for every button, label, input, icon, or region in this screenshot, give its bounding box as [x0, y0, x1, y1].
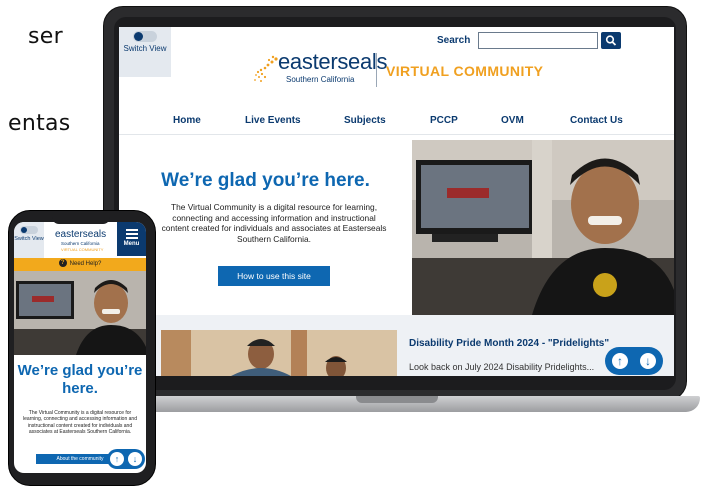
logo-wordmark: easterseals	[278, 49, 388, 74]
mobile-hero-body: The Virtual Community is a digital resou…	[23, 410, 137, 435]
logo-tagline: VIRTUAL COMMUNITY	[386, 63, 544, 79]
mobile-scroll-down-button[interactable]: ↓	[128, 452, 142, 466]
sunburst-logo-icon	[254, 55, 278, 82]
scroll-down-button[interactable]: ↓	[638, 351, 658, 371]
mobile-menu-button[interactable]: Menu	[117, 222, 146, 256]
marketing-mockup: ser entas Switch View Search easterseals…	[0, 0, 701, 500]
search-button[interactable]	[601, 32, 621, 49]
background-text-1: ser	[28, 24, 63, 49]
background-text-2: entas	[8, 111, 71, 136]
hero-title: We’re glad you’re here.	[161, 170, 370, 191]
logo-region: Southern California	[286, 75, 355, 84]
phone-notch	[52, 212, 110, 224]
nav-pccp[interactable]: PCCP	[430, 115, 458, 126]
switch-view-label: Switch View	[123, 44, 167, 53]
nav-contact-us[interactable]: Contact Us	[570, 115, 623, 126]
toggle-icon	[133, 31, 157, 42]
site-logo[interactable]: easterseals Southern California VIRTUAL …	[252, 47, 564, 93]
laptop-screen: Switch View Search easterseals Southern …	[119, 27, 674, 376]
nav-home[interactable]: Home	[173, 115, 201, 126]
mobile-logo[interactable]: easterseals Southern California VIRTUAL …	[47, 229, 117, 253]
mobile-logo-wordmark: easterseals	[55, 229, 107, 240]
switch-view-button[interactable]: Switch View	[119, 27, 171, 77]
nav-live-events[interactable]: Live Events	[245, 115, 301, 126]
scroll-up-button[interactable]: ↑	[610, 351, 630, 371]
laptop-base-notch	[356, 396, 438, 403]
card-text: Look back on July 2024 Disability Pridel…	[409, 362, 595, 372]
hero-section: We’re glad you’re here. The Virtual Comm…	[119, 140, 412, 286]
nav-subjects[interactable]: Subjects	[344, 115, 386, 126]
mobile-switch-view-button[interactable]: Switch View	[14, 222, 44, 258]
toggle-icon	[20, 226, 38, 234]
nav-ovm[interactable]: OVM	[501, 115, 524, 126]
main-nav: Home Live Events Subjects PCCP OVM Conta…	[119, 105, 674, 135]
search-icon	[605, 35, 617, 46]
logo-divider	[376, 53, 377, 87]
card-title[interactable]: Disability Pride Month 2024 - "Prideligh…	[409, 338, 609, 349]
question-icon: ?	[58, 259, 67, 268]
menu-label: Menu	[123, 241, 140, 247]
scroll-controls: ↑ ↓	[605, 347, 663, 375]
need-help-label: Need Help?	[69, 261, 102, 267]
card-photo	[161, 330, 397, 376]
mobile-logo-region: Southern California	[61, 241, 100, 246]
how-to-use-button[interactable]: How to use this site	[218, 266, 330, 286]
mobile-logo-tagline: VIRTUAL COMMUNITY	[61, 247, 104, 252]
hamburger-icon	[125, 229, 138, 239]
mobile-scroll-up-button[interactable]: ↑	[110, 452, 124, 466]
hero-photo	[412, 140, 674, 315]
mobile-hero-title: We’re glad you’re here.	[17, 362, 143, 397]
search-label: Search	[437, 35, 471, 46]
hero-body: The Virtual Community is a digital resou…	[161, 202, 387, 244]
need-help-bar[interactable]: ? Need Help?	[14, 258, 146, 271]
mobile-scroll-controls: ↑ ↓	[107, 449, 145, 469]
mobile-hero-photo	[14, 271, 146, 355]
phone-screen: Switch View easterseals Southern Califor…	[14, 222, 146, 473]
mobile-switch-view-label: Switch View	[14, 236, 44, 242]
